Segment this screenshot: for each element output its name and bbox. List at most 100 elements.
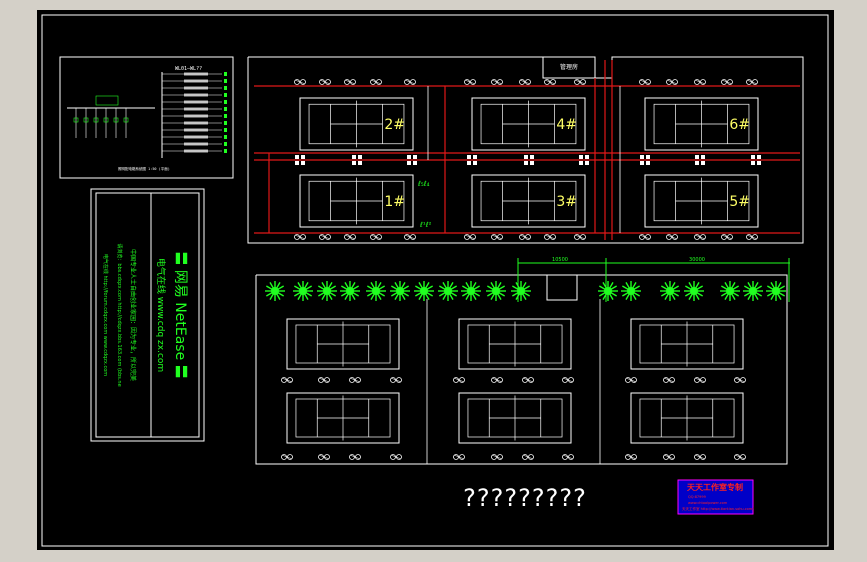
banner-main: 〓 网易 NetEase 〓	[172, 251, 188, 378]
lamp-head	[579, 155, 583, 159]
stamp-line-2: www.chtoolpower.com	[688, 501, 728, 505]
lamp-head	[530, 161, 534, 165]
court-number: 5#	[729, 194, 750, 210]
tree-crown	[299, 287, 307, 295]
lamp-head	[640, 161, 644, 165]
tree-crown	[271, 287, 279, 295]
tree-crown	[666, 287, 674, 295]
dimension-right: 30000	[689, 257, 705, 263]
wire-mark-b: ℓ¹ℓ²	[419, 221, 432, 229]
tree-crown	[492, 287, 500, 295]
lamp-head	[579, 161, 583, 165]
lamp-head	[524, 161, 528, 165]
court-number: 3#	[556, 194, 577, 210]
banner-line-3: 电气在线 http://forum.cdqzx.com www.cdqzx.co…	[102, 254, 109, 376]
lamp-head	[473, 161, 477, 165]
lamp-head	[695, 155, 699, 159]
branch-label-block	[184, 79, 208, 83]
tree-crown	[627, 287, 635, 295]
tree-crown	[517, 287, 525, 295]
banner-line-2: 请浏览：bbs.cdqzx.com http://cdqzx.bbs.163.c…	[116, 243, 123, 386]
lamp-head	[646, 161, 650, 165]
tree-crown	[604, 287, 612, 295]
lamp-head	[352, 161, 356, 165]
studio-stamp: 天天工作室专制 QQ:87999 www.chtoolpower.com 天天工…	[677, 479, 754, 515]
branch-marker	[224, 114, 227, 118]
tree-crown	[346, 287, 354, 295]
tree-crown	[772, 287, 780, 295]
lamp-head	[467, 161, 471, 165]
branch-marker	[224, 72, 227, 76]
lamp-head	[585, 155, 589, 159]
banner-line-1: 中国专业人士自由创业家园：因为专业，所以完美	[129, 249, 137, 381]
management-room-label: 管理房	[560, 63, 578, 71]
lamp-head	[473, 155, 477, 159]
branch-label-block	[184, 107, 208, 111]
branch-marker	[224, 128, 227, 132]
branch-label-block	[184, 93, 208, 97]
lamp-head	[757, 161, 761, 165]
stamp-line-1: QQ:87999	[688, 495, 706, 499]
court-number: 2#	[384, 117, 405, 133]
cad-drawing-canvas: WL01—WL?? 照明配电箱系统图 1:50 (平面) 〓 网易 NetEas…	[0, 0, 867, 562]
branch-label-block	[184, 86, 208, 90]
lamp-head	[352, 155, 356, 159]
court-number: 1#	[384, 194, 405, 210]
schematic-caption: 照明配电箱系统图 1:50 (平面)	[118, 166, 170, 171]
lamp-head	[413, 155, 417, 159]
branch-label-block	[184, 121, 208, 125]
tree-crown	[690, 287, 698, 295]
branch-label-block	[184, 114, 208, 118]
dimension-left: 10500	[552, 257, 568, 263]
tree-crown	[749, 287, 757, 295]
stamp-line-3: 天天工作室 http://www.tiantian.sohu.com/	[682, 506, 754, 511]
bottom-title: ?????????	[463, 484, 587, 512]
lamp-head	[751, 161, 755, 165]
banner-sub: 电气在线 www.cdq zx.com	[155, 258, 167, 372]
lamp-head	[358, 155, 362, 159]
branch-marker	[224, 107, 227, 111]
branch-label-block	[184, 149, 208, 153]
tree-crown	[420, 287, 428, 295]
court-number: 6#	[729, 117, 750, 133]
branch-marker	[224, 100, 227, 104]
stamp-title: 天天工作室专制	[687, 482, 743, 492]
lamp-head	[301, 161, 305, 165]
branch-label-block	[184, 100, 208, 104]
branch-label-block	[184, 135, 208, 139]
branch-marker	[224, 135, 227, 139]
lamp-head	[640, 155, 644, 159]
lamp-head	[646, 155, 650, 159]
schematic-title: WL01—WL??	[175, 66, 202, 72]
lamp-head	[695, 161, 699, 165]
branch-marker	[224, 86, 227, 90]
court-number: 4#	[556, 117, 577, 133]
tree-crown	[726, 287, 734, 295]
tree-crown	[323, 287, 331, 295]
lamp-head	[530, 155, 534, 159]
tree-crown	[444, 287, 452, 295]
lamp-head	[295, 155, 299, 159]
lamp-head	[701, 155, 705, 159]
branch-marker	[224, 121, 227, 125]
wire-mark-a: ℓ₅ℓ₄	[417, 180, 430, 188]
lamp-head	[524, 155, 528, 159]
lamp-head	[358, 161, 362, 165]
lamp-head	[467, 155, 471, 159]
branch-marker	[224, 79, 227, 83]
lamp-head	[757, 155, 761, 159]
lamp-head	[701, 161, 705, 165]
lamp-head	[407, 155, 411, 159]
lamp-head	[413, 161, 417, 165]
branch-marker	[224, 93, 227, 97]
branch-label-block	[184, 128, 208, 132]
tree-crown	[372, 287, 380, 295]
lamp-head	[407, 161, 411, 165]
tree-crown	[396, 287, 404, 295]
branch-marker	[224, 149, 227, 153]
branch-label-block	[184, 142, 208, 146]
branch-label-block	[184, 72, 208, 76]
lamp-head	[585, 161, 589, 165]
lamp-head	[301, 155, 305, 159]
lamp-head	[751, 155, 755, 159]
